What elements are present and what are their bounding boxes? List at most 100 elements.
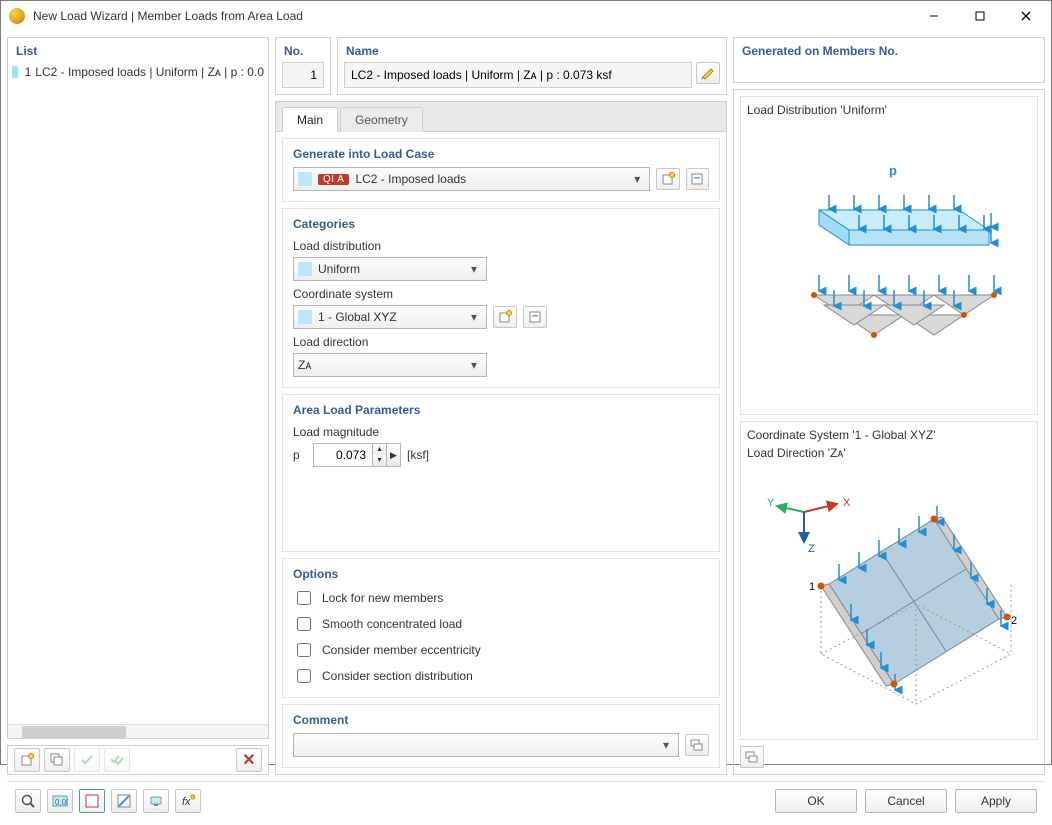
load-dist-swatch bbox=[298, 262, 312, 276]
accept-all-button bbox=[104, 748, 130, 772]
minimize-button[interactable] bbox=[911, 1, 957, 31]
view-button[interactable] bbox=[143, 789, 169, 813]
preview-top-image: p bbox=[747, 121, 1031, 408]
list-item[interactable]: 1 LC2 - Imposed loads | Uniform | Zᴀ | p… bbox=[8, 62, 268, 82]
close-button[interactable] bbox=[1003, 1, 1049, 31]
comment-panel: Comment ▾ bbox=[282, 704, 720, 768]
step-down-icon[interactable]: ▼ bbox=[373, 455, 386, 466]
pick-members-button[interactable] bbox=[111, 789, 137, 813]
edit-name-button[interactable] bbox=[696, 62, 720, 84]
loadcase-combo[interactable]: QI A LC2 - Imposed loads ▾ bbox=[293, 167, 650, 191]
svg-text:0,00: 0,00 bbox=[55, 798, 68, 807]
p-spinner[interactable]: ▲ ▼ ▶ bbox=[313, 443, 401, 467]
svg-text:Y: Y bbox=[767, 497, 775, 509]
area-load-panel: Area Load Parameters Load magnitude p ▲ … bbox=[282, 394, 720, 552]
list-body[interactable]: 1 LC2 - Imposed loads | Uniform | Zᴀ | p… bbox=[8, 62, 268, 724]
right-column: Generated on Members No. Load Distributi… bbox=[733, 37, 1045, 775]
no-input[interactable] bbox=[282, 62, 324, 88]
comment-combo[interactable]: ▾ bbox=[293, 733, 679, 757]
list-item-text: LC2 - Imposed loads | Uniform | Zᴀ | p :… bbox=[35, 65, 264, 79]
svg-text:Z: Z bbox=[808, 543, 815, 555]
options-panel: Options Lock for new members Smooth conc… bbox=[282, 558, 720, 698]
tab-main[interactable]: Main bbox=[282, 107, 338, 132]
coord-sys-swatch bbox=[298, 310, 312, 324]
maximize-button[interactable] bbox=[957, 1, 1003, 31]
svg-text:X: X bbox=[843, 497, 851, 509]
coord-system-value: 1 - Global XYZ bbox=[318, 310, 397, 324]
list-color-swatch bbox=[12, 66, 18, 78]
new-loadcase-button[interactable] bbox=[656, 168, 679, 190]
new-item-button[interactable] bbox=[14, 748, 40, 772]
smooth-checkbox[interactable] bbox=[297, 617, 311, 631]
comment-header: Comment bbox=[283, 705, 719, 731]
coord-system-combo[interactable]: 1 - Global XYZ ▾ bbox=[293, 305, 487, 329]
pick-area-button[interactable] bbox=[79, 789, 105, 813]
svg-text:2: 2 bbox=[1011, 615, 1017, 627]
tab-geometry[interactable]: Geometry bbox=[340, 107, 423, 132]
apply-button[interactable]: Apply bbox=[955, 789, 1037, 813]
lock-checkbox[interactable] bbox=[297, 591, 311, 605]
no-header: No. bbox=[276, 38, 330, 62]
eccentricity-checkbox[interactable] bbox=[297, 643, 311, 657]
play-icon[interactable]: ▶ bbox=[386, 444, 400, 466]
options-header: Options bbox=[283, 559, 719, 585]
area-load-header: Area Load Parameters bbox=[283, 395, 719, 421]
edit-coord-system-button[interactable] bbox=[523, 306, 547, 328]
chevron-down-icon: ▾ bbox=[629, 172, 645, 186]
list-header: List bbox=[8, 38, 268, 62]
list-panel: List 1 LC2 - Imposed loads | Uniform | Z… bbox=[7, 37, 269, 739]
categories-panel: Categories Load distribution Uniform ▾ C… bbox=[282, 208, 720, 388]
generated-members-header: Generated on Members No. bbox=[734, 38, 1044, 62]
load-distribution-combo[interactable]: Uniform ▾ bbox=[293, 257, 487, 281]
categories-header: Categories bbox=[283, 209, 719, 235]
top-row: No. Name bbox=[275, 37, 727, 95]
generate-loadcase-header: Generate into Load Case bbox=[283, 139, 719, 165]
loadcase-color-swatch bbox=[298, 172, 312, 186]
main-row: List 1 LC2 - Imposed loads | Uniform | Z… bbox=[7, 37, 1045, 775]
no-panel: No. bbox=[275, 37, 331, 95]
preview-top-title: Load Distribution 'Uniform' bbox=[747, 103, 1031, 117]
name-input[interactable] bbox=[344, 62, 692, 88]
ok-button[interactable]: OK bbox=[775, 789, 857, 813]
chevron-down-icon: ▾ bbox=[466, 310, 482, 324]
comment-library-button[interactable] bbox=[685, 734, 709, 756]
accept-button bbox=[74, 748, 100, 772]
app-icon bbox=[9, 8, 25, 24]
load-distribution-label: Load distribution bbox=[283, 235, 719, 255]
new-coord-system-button[interactable] bbox=[493, 306, 517, 328]
p-unit: [ksf] bbox=[407, 448, 429, 462]
smooth-label: Smooth concentrated load bbox=[322, 617, 462, 631]
lock-label: Lock for new members bbox=[322, 591, 443, 605]
list-horizontal-scrollbar[interactable] bbox=[8, 724, 268, 738]
section-dist-label: Consider section distribution bbox=[322, 669, 473, 683]
eccentricity-label: Consider member eccentricity bbox=[322, 643, 481, 657]
units-button[interactable]: 0,00 bbox=[47, 789, 73, 813]
generated-members-panel: Generated on Members No. bbox=[733, 37, 1045, 83]
chevron-down-icon: ▾ bbox=[466, 262, 482, 276]
edit-loadcase-button[interactable] bbox=[686, 168, 709, 190]
load-direction-value: Zᴀ bbox=[298, 358, 311, 372]
p-input[interactable] bbox=[314, 444, 372, 466]
cancel-button[interactable]: Cancel bbox=[865, 789, 947, 813]
preview-load-distribution: Load Distribution 'Uniform' p bbox=[740, 96, 1038, 415]
preview-bottom-title-2: Load Direction 'Zᴀ' bbox=[747, 446, 1031, 460]
step-up-icon[interactable]: ▲ bbox=[373, 444, 386, 455]
delete-button[interactable]: ✕ bbox=[236, 748, 262, 772]
window-title: New Load Wizard | Member Loads from Area… bbox=[33, 9, 911, 23]
svg-text:fx: fx bbox=[182, 796, 191, 808]
load-direction-combo[interactable]: Zᴀ ▾ bbox=[293, 353, 487, 377]
copy-item-button[interactable] bbox=[44, 748, 70, 772]
tab-main-content: Generate into Load Case QI A LC2 - Impos… bbox=[276, 132, 726, 774]
load-distribution-value: Uniform bbox=[318, 262, 360, 276]
function-button[interactable]: fx bbox=[175, 789, 201, 813]
p-symbol: p bbox=[293, 448, 307, 462]
chevron-down-icon: ▾ bbox=[466, 358, 482, 372]
client-area: List 1 LC2 - Imposed loads | Uniform | Z… bbox=[1, 31, 1051, 825]
tabs-container: Main Geometry Generate into Load Case QI… bbox=[275, 101, 727, 775]
preview-coord-system: Coordinate System '1 - Global XYZ' Load … bbox=[740, 421, 1038, 740]
window: New Load Wizard | Member Loads from Area… bbox=[0, 0, 1052, 765]
section-dist-checkbox[interactable] bbox=[297, 669, 311, 683]
svg-text:1: 1 bbox=[809, 581, 815, 593]
help-button[interactable] bbox=[15, 789, 41, 813]
preview-bottom-title-1: Coordinate System '1 - Global XYZ' bbox=[747, 428, 1031, 442]
